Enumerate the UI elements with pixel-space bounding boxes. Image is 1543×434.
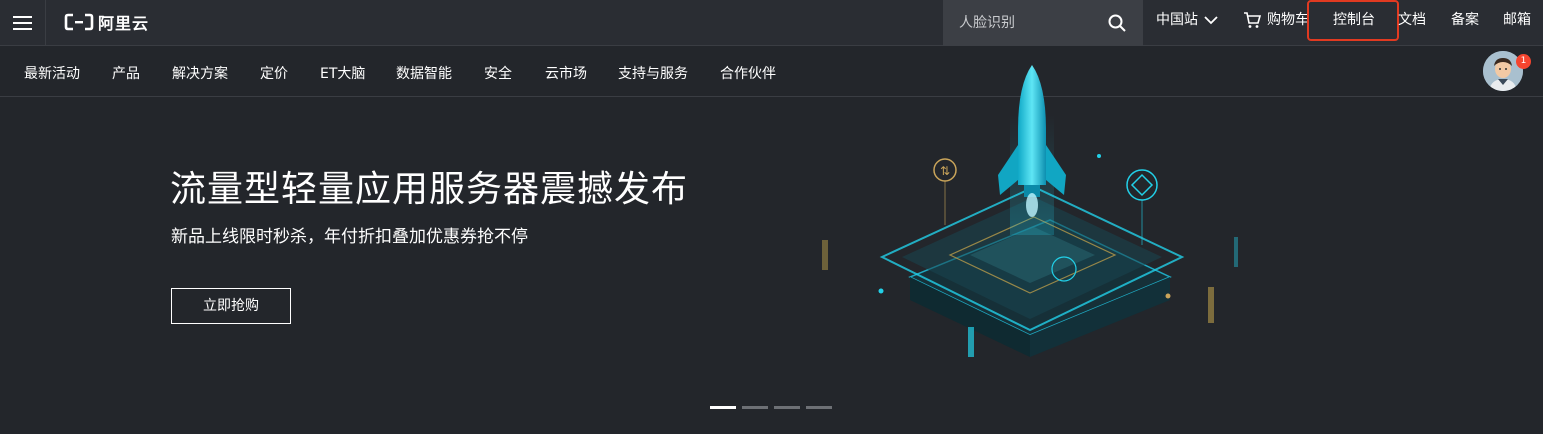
search-input[interactable] <box>943 0 1103 46</box>
buy-now-button[interactable]: 立即抢购 <box>171 288 291 324</box>
carousel-dot-2[interactable] <box>742 406 768 409</box>
main-nav: 最新活动 产品 解决方案 定价 ET大脑 数据智能 安全 云市场 支持与服务 合… <box>0 46 1543 97</box>
top-bar: 阿里云 中国站 购物车 控制台 文档 备案 邮箱 <box>0 0 1543 46</box>
search-icon[interactable] <box>1107 13 1127 33</box>
aliyun-logo-icon <box>64 13 94 31</box>
mail-link[interactable]: 邮箱 <box>1503 0 1531 46</box>
nav-item-support[interactable]: 支持与服务 <box>618 63 688 83</box>
menu-icon[interactable] <box>0 0 46 46</box>
carousel-dot-3[interactable] <box>774 406 800 409</box>
nav-item-data-intelligence[interactable]: 数据智能 <box>396 63 452 83</box>
nav-item-products[interactable]: 产品 <box>112 63 140 83</box>
carousel-dot-1[interactable] <box>710 406 736 409</box>
nav-item-et-brain[interactable]: ET大脑 <box>320 63 365 83</box>
hero-title: 流量型轻量应用服务器震撼发布 <box>170 169 689 210</box>
beian-link[interactable]: 备案 <box>1451 0 1479 46</box>
cart-link[interactable]: 购物车 <box>1243 0 1309 40</box>
nav-item-solutions[interactable]: 解决方案 <box>172 63 228 83</box>
svg-text:⇅: ⇅ <box>940 164 950 178</box>
cart-icon <box>1244 11 1261 28</box>
docs-link[interactable]: 文档 <box>1398 0 1426 46</box>
nav-item-security[interactable]: 安全 <box>484 63 512 83</box>
logo-text: 阿里云 <box>98 14 150 33</box>
carousel-dot-4[interactable] <box>806 406 832 409</box>
search-box <box>943 0 1143 46</box>
nav-item-pricing[interactable]: 定价 <box>260 63 288 83</box>
nav-item-latest-events[interactable]: 最新活动 <box>24 63 80 83</box>
logo[interactable]: 阿里云 <box>64 11 149 33</box>
chevron-down-icon <box>1204 16 1218 25</box>
console-link[interactable]: 控制台 <box>1333 0 1375 46</box>
region-label: 中国站 <box>1156 12 1198 28</box>
cart-label: 购物车 <box>1267 12 1309 28</box>
nav-item-partners[interactable]: 合作伙伴 <box>720 63 776 83</box>
rocket-server-illustration: ⇅ <box>822 65 1238 357</box>
region-selector[interactable]: 中国站 <box>1156 0 1218 40</box>
hero-subtitle: 新品上线限时秒杀，年付折扣叠加优惠券抢不停 <box>171 227 528 247</box>
notification-badge: 1 <box>1516 54 1531 69</box>
nav-item-marketplace[interactable]: 云市场 <box>545 63 587 83</box>
carousel-indicators <box>710 406 832 409</box>
